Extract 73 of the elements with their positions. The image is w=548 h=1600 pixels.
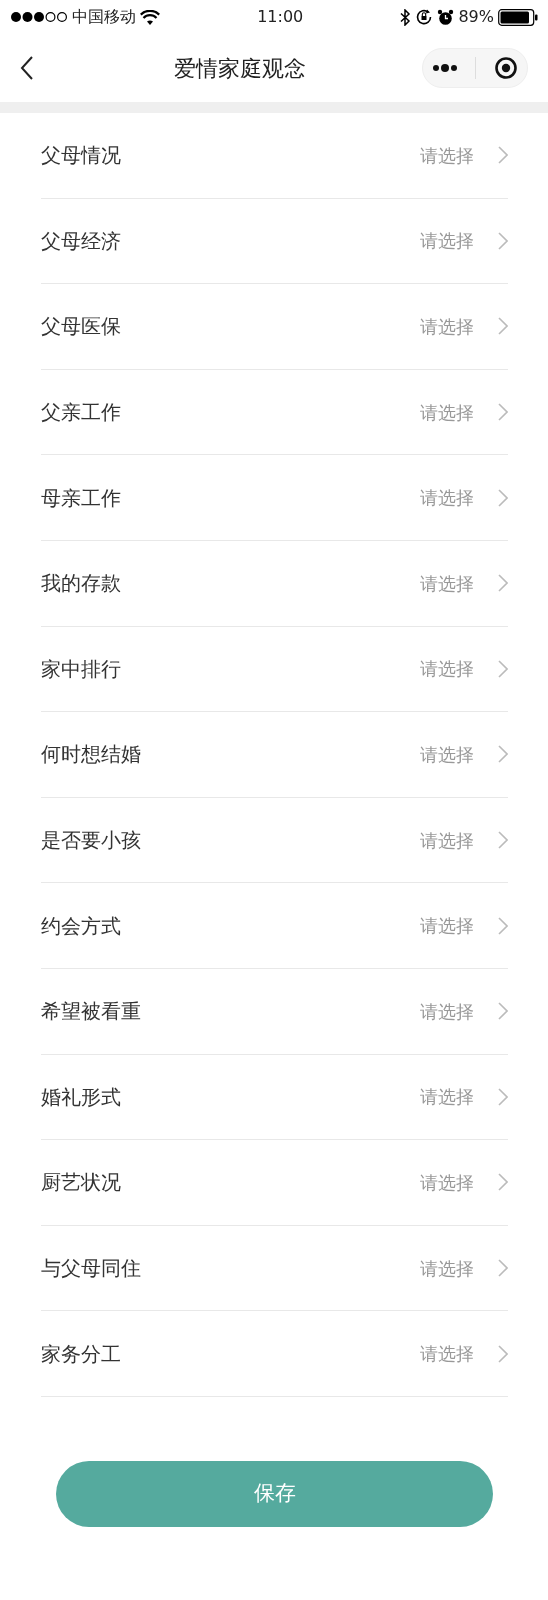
bluetooth-icon [400, 8, 412, 26]
signal-icon [10, 11, 68, 23]
list-row[interactable]: 与父母同住 请选择 [41, 1225, 508, 1312]
list-row[interactable]: 父母经济 请选择 [41, 198, 508, 285]
chevron-icon [498, 403, 508, 422]
field-value: 请选择 [420, 1170, 474, 1195]
field-label: 父母情况 [41, 142, 121, 170]
list-row[interactable]: 婚礼形式 请选择 [41, 1054, 508, 1141]
field-value: 请选择 [420, 400, 474, 425]
list-row[interactable]: 家务分工 请选择 [41, 1311, 508, 1397]
list-row[interactable]: 约会方式 请选择 [41, 883, 508, 969]
field-label: 厨艺状况 [41, 1169, 121, 1197]
chevron-icon [498, 1087, 508, 1106]
close-icon[interactable] [494, 56, 519, 80]
list-row[interactable]: 希望被看重 请选择 [41, 968, 508, 1055]
field-label: 家务分工 [41, 1340, 121, 1368]
field-value: 请选择 [420, 999, 474, 1024]
list-row[interactable]: 厨艺状况 请选择 [41, 1140, 508, 1226]
battery-icon [498, 8, 538, 26]
list-row[interactable]: 父亲工作 请选择 [41, 369, 508, 456]
chevron-icon [498, 1344, 508, 1363]
list-row[interactable]: 何时想结婚 请选择 [41, 712, 508, 798]
field-value: 请选择 [420, 657, 474, 682]
chevron-icon [498, 317, 508, 336]
field-value: 请选择 [420, 914, 474, 939]
list-row[interactable]: 我的存款 请选择 [41, 540, 508, 627]
field-label: 我的存款 [41, 570, 121, 598]
field-label: 约会方式 [41, 912, 121, 940]
list-row[interactable]: 是否要小孩 请选择 [41, 797, 508, 884]
field-label: 婚礼形式 [41, 1083, 121, 1111]
field-value: 请选择 [420, 143, 474, 168]
page-title: 爱情家庭观念 [174, 54, 306, 83]
field-label: 家中排行 [41, 655, 121, 683]
chevron-icon [498, 745, 508, 764]
field-label: 父母经济 [41, 227, 121, 255]
chevron-icon [498, 146, 508, 165]
field-value: 请选择 [420, 1342, 474, 1367]
alarm-icon [437, 8, 455, 26]
chevron-icon [498, 1259, 508, 1277]
field-value: 请选择 [420, 571, 474, 596]
carrier-name: 中国移动 [72, 6, 136, 28]
battery-percent: 89% [458, 6, 494, 28]
list-row[interactable]: 父母情况 请选择 [41, 113, 508, 199]
field-value: 请选择 [420, 229, 474, 254]
field-value: 请选择 [420, 486, 474, 511]
field-label: 与父母同住 [41, 1255, 141, 1282]
list-row[interactable]: 父母医保 请选择 [41, 284, 508, 370]
chevron-icon [498, 916, 508, 935]
field-value: 请选择 [420, 828, 474, 853]
list-row[interactable]: 母亲工作 请选择 [41, 455, 508, 541]
field-label: 何时想结婚 [41, 741, 141, 769]
back-icon[interactable] [20, 56, 34, 80]
rotation-lock-icon [415, 8, 434, 26]
field-label: 希望被看重 [41, 998, 141, 1026]
field-value: 请选择 [420, 742, 474, 767]
field-label: 父亲工作 [41, 399, 121, 427]
chevron-icon [498, 831, 508, 850]
wifi-icon [140, 9, 160, 25]
chevron-icon [498, 1173, 508, 1192]
field-value: 请选择 [420, 1085, 474, 1110]
chevron-icon [498, 488, 508, 507]
more-icon[interactable] [431, 63, 458, 73]
chevron-icon [498, 659, 508, 678]
chevron-icon [498, 1002, 508, 1021]
field-label: 是否要小孩 [41, 827, 141, 855]
field-label: 母亲工作 [41, 484, 121, 512]
chevron-icon [498, 231, 508, 250]
chevron-icon [498, 574, 508, 593]
list-row[interactable]: 家中排行 请选择 [41, 626, 508, 713]
field-label: 父母医保 [41, 313, 121, 341]
status-time: 11:00 [257, 6, 304, 28]
field-value: 请选择 [420, 315, 474, 339]
field-value: 请选择 [420, 1256, 474, 1281]
